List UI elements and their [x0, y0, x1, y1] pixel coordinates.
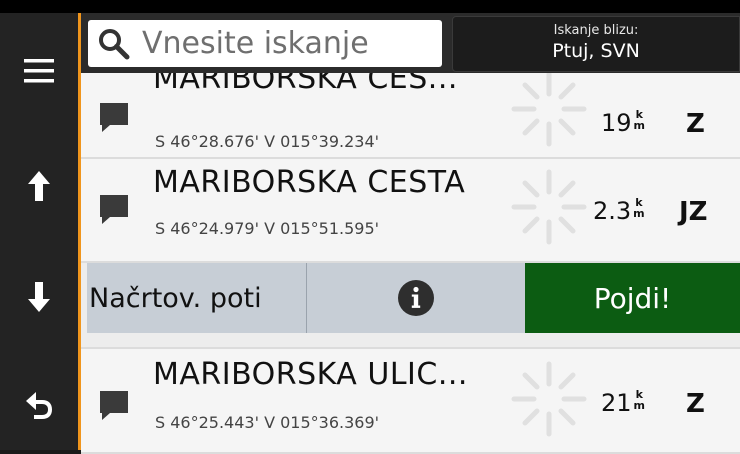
unit-bottom: m — [633, 119, 646, 132]
search-icon — [99, 28, 130, 59]
result-distance: 19 k m — [601, 109, 645, 137]
search-input[interactable]: Vnesite iskanje — [88, 20, 442, 67]
search-near-label: Iskanje blizu: — [553, 23, 639, 38]
result-coordinates: S 46°25.443' V 015°36.369' — [155, 413, 380, 432]
info-button[interactable] — [307, 263, 525, 333]
location-pin-icon — [100, 103, 128, 132]
compass-watermark-icon — [511, 73, 587, 147]
list-item[interactable]: MARIBORSKA CES... S 46°28.676' V 015°39.… — [81, 73, 740, 159]
scroll-down-button[interactable] — [0, 253, 78, 341]
result-coordinates: S 46°24.979' V 015°51.595' — [155, 219, 380, 238]
location-pin-icon — [100, 195, 128, 224]
result-title: MARIBORSKA CESTA — [153, 165, 466, 200]
go-button[interactable]: Pojdi! — [525, 263, 740, 333]
result-direction: JZ — [679, 197, 708, 227]
search-near-button[interactable]: Iskanje blizu: Ptuj, SVN — [452, 16, 740, 72]
location-pin-icon — [100, 391, 128, 420]
distance-unit: km — [634, 109, 645, 131]
distance-value: 2.3 — [593, 197, 632, 225]
plan-route-label: Načrtov. poti — [89, 282, 262, 314]
compass-watermark-icon — [511, 169, 587, 245]
result-title: MARIBORSKA CES... — [153, 73, 458, 96]
menu-button[interactable] — [0, 27, 78, 115]
result-title: MARIBORSKA ULIC... — [153, 357, 468, 392]
top-strip — [0, 0, 740, 13]
unit-bottom: m — [633, 399, 646, 412]
distance-value: 21 — [601, 389, 632, 417]
info-icon — [398, 280, 434, 316]
search-placeholder: Vnesite iskanje — [142, 26, 369, 61]
distance-unit: km — [633, 197, 644, 219]
result-direction: Z — [686, 109, 705, 139]
list-item[interactable]: MARIBORSKA ULIC... S 46°25.443' V 015°36… — [81, 347, 740, 454]
results-list: MARIBORSKA CES... S 46°28.676' V 015°39.… — [81, 73, 740, 454]
arrow-down-icon — [28, 282, 50, 312]
hamburger-menu-icon — [24, 59, 54, 83]
sidebar — [0, 13, 78, 450]
distance-value: 19 — [601, 109, 632, 137]
go-button-label: Pojdi! — [593, 281, 672, 315]
list-item[interactable]: MARIBORSKA CESTA S 46°24.979' V 015°51.5… — [81, 159, 740, 263]
back-arrow-icon — [26, 392, 52, 419]
search-near-value: Ptuj, SVN — [552, 40, 640, 62]
distance-unit: km — [634, 389, 645, 411]
result-coordinates: S 46°28.676' V 015°39.234' — [155, 132, 380, 151]
result-distance: 2.3 k m — [593, 197, 645, 225]
compass-watermark-icon — [511, 361, 587, 437]
result-direction: Z — [686, 389, 705, 419]
back-button[interactable] — [0, 361, 78, 449]
unit-bottom: m — [633, 207, 645, 220]
arrow-up-icon — [28, 171, 50, 201]
scroll-up-button[interactable] — [0, 142, 78, 230]
result-distance: 21 k m — [601, 389, 645, 417]
plan-route-button[interactable]: Načrtov. poti — [87, 263, 307, 333]
